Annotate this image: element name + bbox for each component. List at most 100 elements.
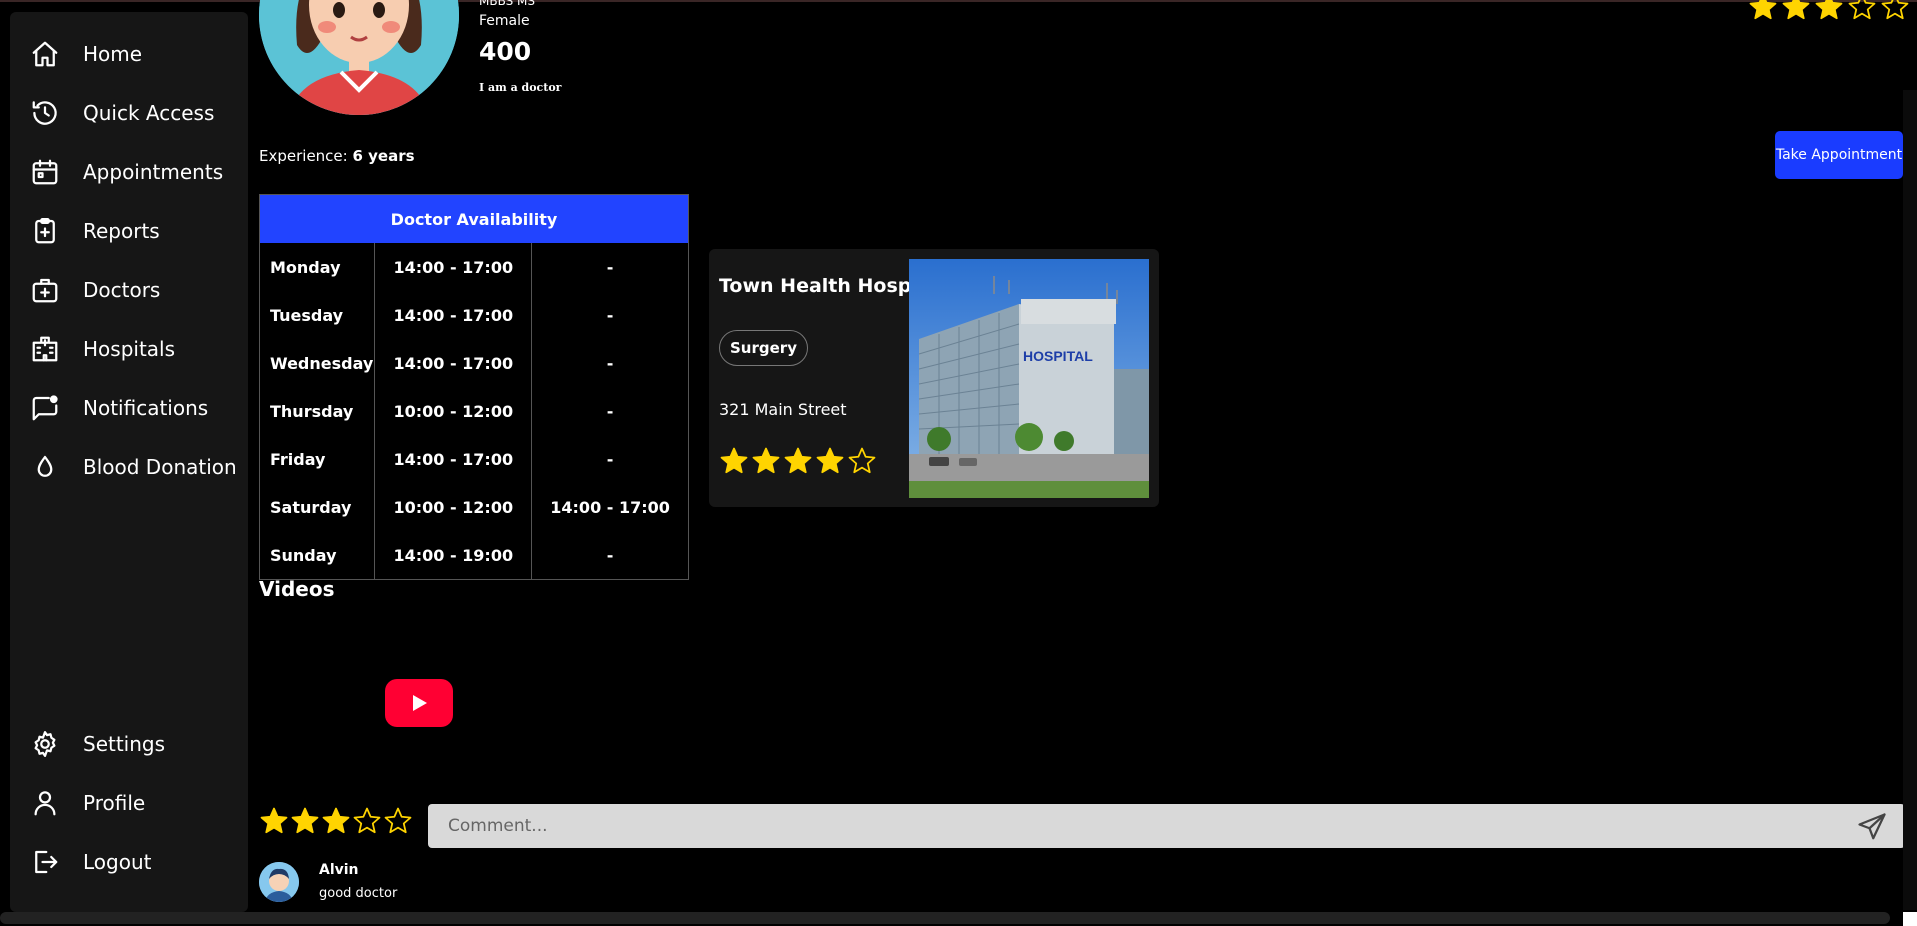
clipboard-icon xyxy=(30,216,60,246)
sidebar-item-logout[interactable]: Logout xyxy=(30,842,151,882)
availability-title: Doctor Availability xyxy=(259,194,689,243)
drop-icon xyxy=(30,452,60,482)
sidebar-item-label: Home xyxy=(83,42,143,66)
star-icon xyxy=(847,446,877,480)
sidebar-item-notifications[interactable]: Notifications xyxy=(30,388,208,428)
table-row: Wednesday 14:00 - 17:00 - xyxy=(259,339,689,387)
sidebar: Home Quick Access Appointments Reports D… xyxy=(10,12,248,912)
history-icon xyxy=(30,98,60,128)
slot-cell: - xyxy=(606,257,614,277)
sidebar-item-reports[interactable]: Reports xyxy=(30,211,160,251)
slot-cell: 14:00 - 17:00 xyxy=(374,339,533,387)
slot-cell: 14:00 - 17:00 xyxy=(550,497,670,517)
sidebar-item-label: Settings xyxy=(83,732,166,756)
star-icon[interactable] xyxy=(259,806,289,840)
sidebar-item-quick-access[interactable]: Quick Access xyxy=(30,93,214,133)
doctor-degree: MBBS MS xyxy=(479,0,536,8)
slot-cell: - xyxy=(606,545,614,565)
slot-cell: - xyxy=(606,305,614,325)
slot-cell: 14:00 - 17:00 xyxy=(374,291,533,339)
day-cell: Thursday xyxy=(259,387,376,435)
specialty-tag: Surgery xyxy=(719,330,808,366)
sidebar-item-label: Quick Access xyxy=(83,101,215,125)
hospital-card[interactable]: Town Health Hospital Surgery 321 Main St… xyxy=(709,249,1159,507)
calendar-icon xyxy=(30,157,60,187)
sidebar-item-appointments[interactable]: Appointments xyxy=(30,152,223,192)
youtube-play-button[interactable] xyxy=(385,679,453,727)
comment-text: good doctor xyxy=(319,886,398,901)
comment-author: Alvin xyxy=(319,862,359,878)
star-icon[interactable] xyxy=(321,806,351,840)
user-icon xyxy=(30,788,60,818)
star-icon xyxy=(815,446,845,480)
star-icon xyxy=(1781,0,1811,26)
slot-cell: 10:00 - 12:00 xyxy=(374,483,533,531)
sidebar-item-blood-donation[interactable]: Blood Donation xyxy=(30,447,237,487)
day-cell: Saturday xyxy=(259,483,376,531)
experience-label: Experience: xyxy=(259,147,348,165)
table-row: Monday 14:00 - 17:00 - xyxy=(259,243,689,291)
sidebar-item-label: Logout xyxy=(83,850,152,874)
take-appointment-button[interactable]: Take Appointment xyxy=(1775,131,1903,179)
slot-cell: 10:00 - 12:00 xyxy=(374,387,533,435)
star-icon xyxy=(1880,0,1910,26)
sidebar-item-label: Hospitals xyxy=(83,337,176,361)
play-icon xyxy=(413,695,427,711)
horizontal-scrollbar[interactable] xyxy=(0,912,1890,924)
sidebar-item-settings[interactable]: Settings xyxy=(30,724,165,764)
home-icon xyxy=(30,39,60,69)
sidebar-item-label: Blood Donation xyxy=(83,455,237,479)
star-icon[interactable] xyxy=(352,806,382,840)
star-icon xyxy=(751,446,781,480)
experience: Experience: 6 years xyxy=(259,147,415,165)
sidebar-item-label: Reports xyxy=(83,219,160,243)
slot-cell: 14:00 - 17:00 xyxy=(374,243,533,291)
table-row: Friday 14:00 - 17:00 - xyxy=(259,435,689,483)
star-icon xyxy=(1748,0,1778,26)
chat-notification-icon xyxy=(30,393,60,423)
scrollbar-corner xyxy=(1903,912,1917,926)
sidebar-item-label: Notifications xyxy=(83,396,209,420)
hospital-rating xyxy=(719,446,877,480)
slot-cell: - xyxy=(606,401,614,421)
day-cell: Wednesday xyxy=(259,339,376,387)
experience-value: 6 years xyxy=(352,147,415,165)
star-icon[interactable] xyxy=(290,806,320,840)
comment-input[interactable] xyxy=(428,804,1905,848)
table-row: Tuesday 14:00 - 17:00 - xyxy=(259,291,689,339)
avatar xyxy=(259,862,299,902)
doctor-gender: Female xyxy=(479,13,530,29)
sidebar-item-hospitals[interactable]: Hospitals xyxy=(30,329,175,369)
videos-heading: Videos xyxy=(259,577,335,601)
sidebar-item-profile[interactable]: Profile xyxy=(30,783,145,823)
slot-cell: - xyxy=(606,449,614,469)
slot-cell: 14:00 - 19:00 xyxy=(374,531,533,580)
sidebar-item-home[interactable]: Home xyxy=(30,34,142,74)
star-icon xyxy=(1814,0,1844,26)
hospital-address: 321 Main Street xyxy=(719,400,847,419)
hospital-sign: HOSPITAL xyxy=(1023,348,1093,364)
sidebar-item-label: Appointments xyxy=(83,160,224,184)
day-cell: Tuesday xyxy=(259,291,376,339)
doctor-avatar xyxy=(259,0,459,115)
doctor-about: I am a doctor xyxy=(479,81,562,94)
review-rating-input[interactable] xyxy=(259,806,413,840)
star-icon[interactable] xyxy=(383,806,413,840)
sidebar-item-label: Profile xyxy=(83,791,146,815)
doctor-fee: 400 xyxy=(479,37,532,66)
star-icon xyxy=(783,446,813,480)
slot-cell: - xyxy=(606,353,614,373)
table-row: Saturday 10:00 - 12:00 14:00 - 17:00 xyxy=(259,483,689,531)
sidebar-item-doctors[interactable]: Doctors xyxy=(30,270,160,310)
logout-icon xyxy=(30,847,60,877)
send-icon[interactable] xyxy=(1857,812,1887,842)
hospital-photo: HOSPITAL xyxy=(909,259,1149,498)
day-cell: Sunday xyxy=(259,531,376,580)
sidebar-item-label: Doctors xyxy=(83,278,161,302)
star-icon xyxy=(719,446,749,480)
star-icon xyxy=(1847,0,1877,26)
vertical-scrollbar[interactable] xyxy=(1903,90,1917,910)
gear-icon xyxy=(30,729,60,759)
medical-bag-icon xyxy=(30,275,60,305)
availability-table: Doctor Availability Monday 14:00 - 17:00… xyxy=(259,194,689,580)
